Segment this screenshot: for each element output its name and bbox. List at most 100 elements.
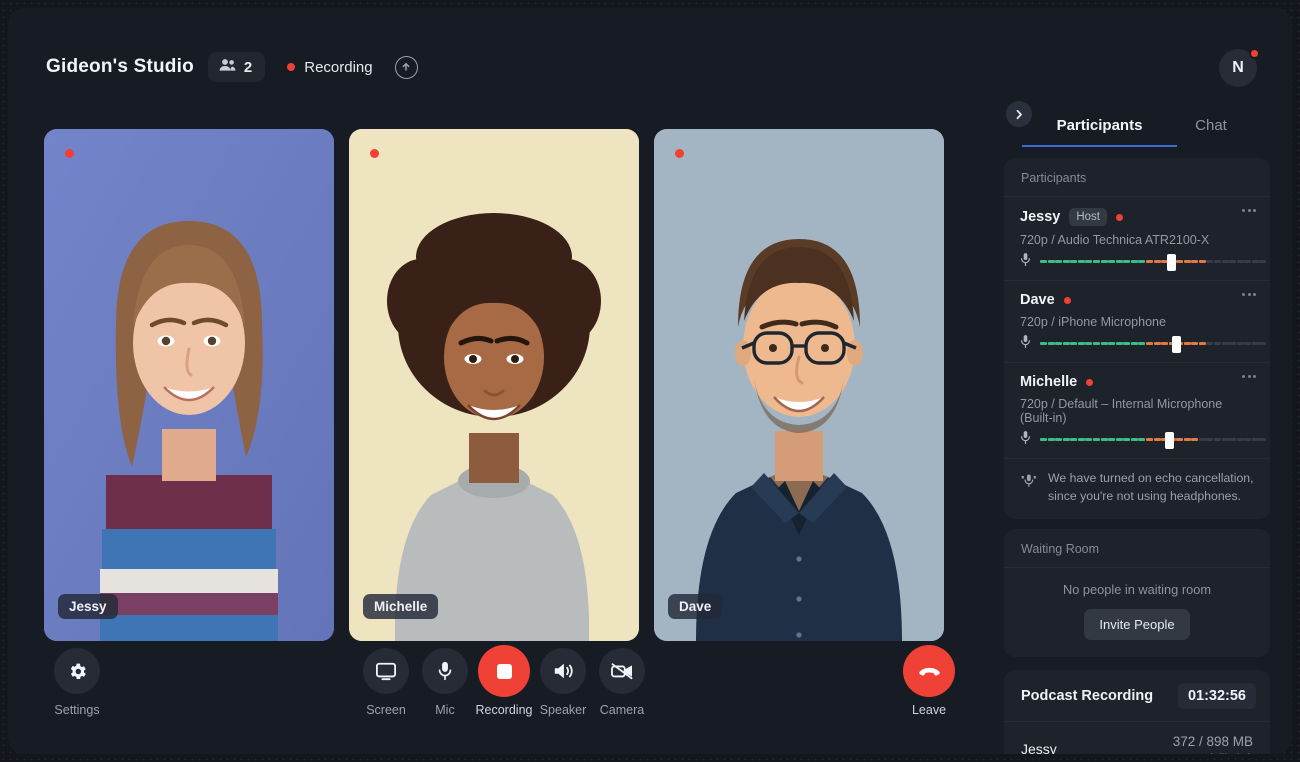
audio-meter-segment — [1236, 438, 1244, 441]
audio-meter-segment — [1153, 260, 1161, 263]
audio-meter-segment — [1108, 438, 1116, 441]
settings-button[interactable]: Settings — [32, 648, 122, 717]
people-icon — [219, 58, 236, 76]
participant-count-value: 2 — [243, 58, 253, 76]
app-header: Gideon's Studio 2 Recording N — [8, 8, 1292, 103]
participant-device: 720p / Audio Technica ATR2100-X — [1020, 233, 1210, 247]
video-tile-grid: Jessy Michelle Dave — [44, 129, 944, 641]
recording-session-title: Podcast Recording — [1021, 687, 1154, 704]
recording-files-left: 1 file left — [1173, 751, 1253, 754]
audio-meter-segment — [1062, 260, 1070, 263]
participant-name: Dave — [1020, 292, 1055, 308]
tile-recording-dot-icon — [675, 149, 684, 158]
microphone-icon — [1020, 430, 1031, 450]
audio-meter-segment — [1100, 438, 1108, 441]
audio-meter-segment — [1077, 260, 1085, 263]
audio-meter-segment — [1070, 342, 1078, 345]
participant-row[interactable]: Michelle 720p / Default – Internal Micro… — [1004, 363, 1270, 459]
participant-name: Jessy — [1020, 209, 1061, 225]
audio-level-handle[interactable] — [1171, 336, 1181, 353]
participant-count-pill[interactable]: 2 — [207, 52, 266, 82]
audio-meter-segment — [1130, 342, 1138, 345]
gear-icon — [54, 648, 100, 694]
tile-name-label: Dave — [668, 594, 723, 619]
audio-level-slider[interactable] — [1040, 336, 1267, 353]
host-badge: Host — [1069, 208, 1107, 226]
audio-meter-segment — [1206, 260, 1214, 263]
waiting-room-header: Waiting Room — [1004, 529, 1270, 568]
audio-meter-row[interactable] — [1020, 430, 1267, 450]
audio-meter-segment — [1100, 342, 1108, 345]
audio-level-slider[interactable] — [1040, 432, 1267, 449]
audio-meter-segment — [1130, 438, 1138, 441]
video-tile[interactable]: Dave — [654, 129, 944, 641]
audio-meter-segment — [1206, 438, 1214, 441]
audio-meter-segment — [1259, 438, 1267, 441]
chevron-right-icon[interactable] — [1006, 101, 1032, 127]
audio-meter-segment — [1244, 438, 1252, 441]
audio-meter-segment — [1206, 342, 1214, 345]
participant-video-dave — [654, 129, 944, 641]
audio-level-slider[interactable] — [1040, 254, 1267, 271]
participant-more-menu-icon[interactable] — [1242, 375, 1256, 378]
participant-video-michelle — [349, 129, 639, 641]
audio-meter-segment — [1191, 260, 1199, 263]
waiting-room-body: No people in waiting room Invite People — [1004, 568, 1270, 657]
camera-button[interactable]: Camera — [577, 648, 667, 717]
recording-file-name: Jessy — [1021, 741, 1057, 754]
audio-meter-row[interactable] — [1020, 335, 1267, 353]
microphone-icon — [1020, 252, 1031, 272]
audio-meter-segment — [1085, 260, 1093, 263]
page-title: Gideon's Studio — [46, 56, 194, 77]
participant-row-header: Michelle — [1020, 374, 1254, 390]
audio-meter-segment — [1176, 438, 1184, 441]
audio-meter-segment — [1214, 342, 1222, 345]
audio-meter-segment — [1145, 342, 1153, 345]
upload-circle-icon[interactable] — [394, 55, 418, 79]
recording-status-label: Recording — [304, 58, 373, 76]
notification-badge-icon — [1249, 48, 1260, 59]
leave-label: Leave — [911, 703, 947, 717]
audio-meter-segment — [1161, 342, 1169, 345]
recording-file-row: Jessy 372 / 898 MB 1 file left — [1004, 722, 1270, 754]
tile-name-label: Michelle — [363, 594, 439, 619]
tab-participants[interactable]: Participants — [1022, 103, 1177, 147]
participant-more-menu-icon[interactable] — [1242, 209, 1256, 212]
recording-timer: 01:32:56 — [1177, 682, 1256, 709]
video-stage: Jessy Michelle Dave Settings Screen Mic … — [8, 103, 976, 754]
camera-label: Camera — [599, 703, 645, 717]
audio-meter-segment — [1055, 438, 1063, 441]
audio-meter-segment — [1138, 342, 1146, 345]
participant-row[interactable]: Dave 720p / iPhone Microphone — [1004, 281, 1270, 363]
audio-meter-segment — [1183, 342, 1191, 345]
audio-meter-segment — [1145, 260, 1153, 263]
audio-meter-segment — [1070, 438, 1078, 441]
audio-meter-segment — [1062, 342, 1070, 345]
audio-meter-segment — [1108, 260, 1116, 263]
video-tile[interactable]: Jessy — [44, 129, 334, 641]
participant-row[interactable]: Jessy Host 720p / Audio Technica ATR2100… — [1004, 197, 1270, 281]
audio-level-handle[interactable] — [1167, 254, 1177, 271]
tab-chat[interactable]: Chat — [1166, 103, 1256, 147]
participant-more-menu-icon[interactable] — [1242, 293, 1256, 296]
avatar[interactable]: N — [1219, 48, 1260, 89]
audio-meter-segment — [1153, 438, 1161, 441]
audio-meter-segment — [1040, 342, 1047, 345]
waiting-room-card: Waiting Room No people in waiting room I… — [1004, 528, 1270, 657]
audio-meter-row[interactable] — [1020, 252, 1267, 272]
audio-meter-segment — [1229, 260, 1237, 263]
audio-meter-segment — [1092, 342, 1100, 345]
mic-echo-cancel-icon — [1020, 472, 1037, 493]
audio-meter-segment — [1221, 438, 1229, 441]
tile-recording-dot-icon — [65, 149, 74, 158]
audio-meter-segment — [1115, 342, 1123, 345]
recording-file-meta: 372 / 898 MB 1 file left — [1173, 734, 1253, 754]
header-left-group: Gideon's Studio 2 Recording — [46, 52, 418, 82]
participant-device: 720p / Default – Internal Microphone (Bu… — [1020, 397, 1223, 425]
participant-device: 720p / iPhone Microphone — [1020, 315, 1166, 329]
leave-button[interactable]: Leave — [884, 645, 974, 717]
video-tile[interactable]: Michelle — [349, 129, 639, 641]
invite-people-button[interactable]: Invite People — [1084, 608, 1190, 640]
recording-card-header: Podcast Recording 01:32:56 — [1004, 670, 1270, 722]
audio-level-handle[interactable] — [1164, 432, 1174, 449]
